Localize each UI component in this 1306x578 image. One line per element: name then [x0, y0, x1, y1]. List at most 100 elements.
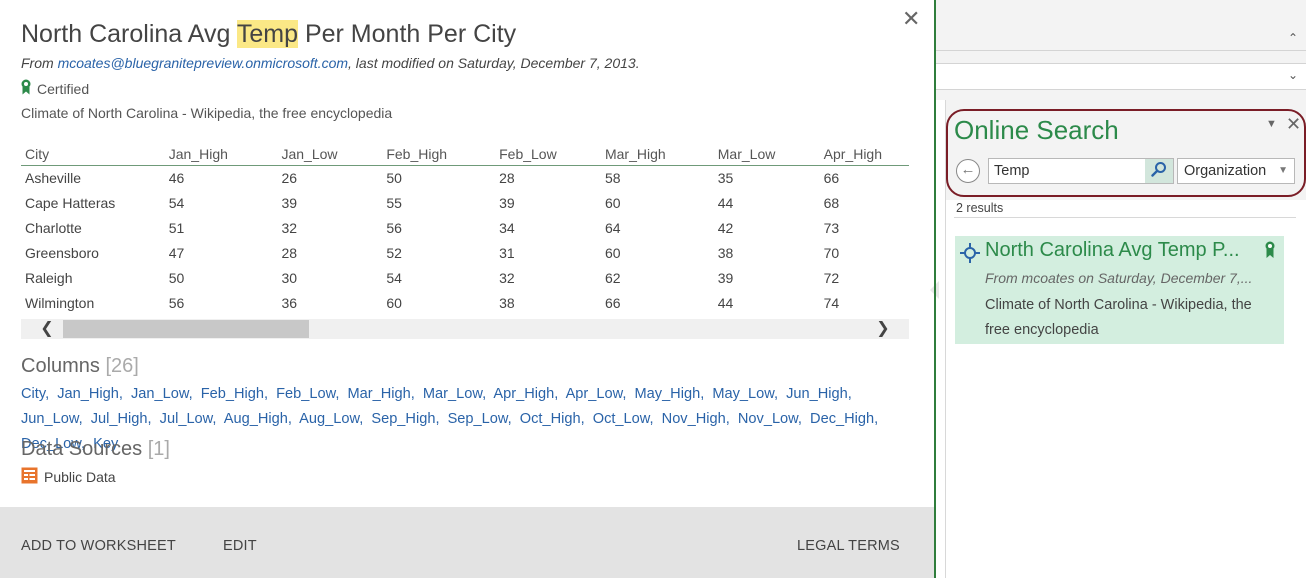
table-cell: Charlotte [25, 219, 82, 236]
close-preview-icon[interactable]: ✕ [902, 8, 920, 30]
column-link[interactable]: Jan_High [57, 386, 119, 402]
search-box [988, 158, 1174, 184]
column-link[interactable]: Aug_High [224, 411, 288, 427]
table-cell: 30 [281, 269, 298, 286]
columns-label: Columns [21, 355, 106, 377]
table-cell: 52 [386, 244, 402, 261]
pane-options-triangle-icon[interactable]: ▼ [1266, 118, 1277, 130]
column-link[interactable]: City [21, 386, 45, 402]
column-header: Mar_High [600, 143, 714, 166]
column-link[interactable]: Sep_Low [448, 411, 508, 427]
table-cell: 32 [499, 269, 515, 286]
table-row: Raleigh 50 30 54 32 62 39 72 [21, 265, 909, 290]
column-header: Jan_Low [277, 143, 383, 166]
column-link[interactable]: May_Low [712, 386, 774, 402]
certified-badge: Certified [21, 79, 89, 98]
column-link[interactable]: Feb_Low [276, 386, 335, 402]
column-link[interactable]: Jan_Low [131, 386, 189, 402]
search-button[interactable] [1145, 159, 1173, 183]
table-cell: Wilmington [25, 294, 95, 311]
column-link[interactable]: Jul_High [91, 411, 148, 427]
search-scope-dropdown[interactable]: Organization ▼ [1177, 158, 1295, 184]
column-link[interactable]: Mar_Low [423, 386, 482, 402]
column-separator: , [507, 411, 512, 427]
query-title: North Carolina Avg Temp Per Month Per Ci… [21, 20, 516, 49]
column-header: Mar_Low [713, 143, 820, 166]
dropdown-arrow-icon: ▼ [1278, 165, 1288, 176]
search-result-item[interactable]: North Carolina Avg Temp P... From mcoate… [955, 236, 1284, 344]
column-link[interactable]: Sep_High [371, 411, 435, 427]
scroll-left-chevron-icon[interactable]: ❮ [35, 319, 59, 339]
column-link[interactable]: Nov_Low [738, 411, 798, 427]
table-cell: 74 [823, 294, 840, 311]
table-cell: 70 [823, 244, 840, 261]
online-search-pane: Online Search ▼ ✕ ← Organization ▼ 2 res… [945, 100, 1306, 578]
scroll-right-chevron-icon[interactable]: ❯ [871, 319, 895, 339]
table-cell: 58 [604, 169, 621, 186]
column-link[interactable]: May_High [635, 386, 701, 402]
preview-footer: ADD TO WORKSHEET EDIT LEGAL TERMS [0, 507, 934, 578]
column-separator: , [410, 386, 415, 402]
scrollbar-thumb[interactable] [63, 320, 309, 338]
back-arrow-icon[interactable]: ← [956, 159, 980, 183]
legal-terms-button[interactable]: LEGAL TERMS [797, 538, 900, 554]
data-sources-label: Data Sources [21, 438, 148, 460]
column-separator: , [649, 411, 654, 427]
app-window: ✕ North Carolina Avg Temp Per Month Per … [0, 0, 1306, 578]
table-horizontal-scrollbar[interactable]: ❮ ❯ [21, 319, 909, 339]
table-cell: 42 [717, 219, 734, 236]
column-link[interactable]: Mar_High [348, 386, 411, 402]
column-link[interactable]: Apr_High [493, 386, 554, 402]
column-link[interactable]: Oct_Low [593, 411, 650, 427]
edit-button[interactable]: EDIT [223, 538, 257, 554]
search-scope-value: Organization [1184, 163, 1267, 179]
column-separator: , [78, 411, 83, 427]
table-cell: 28 [281, 244, 298, 261]
table-row: Charlotte 51 32 56 34 64 42 73 [21, 215, 909, 240]
column-separator: , [622, 386, 627, 402]
columns-heading: Columns [26] [21, 355, 139, 378]
results-count: 2 results [956, 201, 1004, 215]
table-cell: 51 [168, 219, 185, 236]
column-separator: , [287, 411, 292, 427]
column-separator: , [188, 386, 193, 402]
column-link[interactable]: Aug_Low [299, 411, 359, 427]
column-separator: , [700, 386, 705, 402]
title-search-highlight: Temp [236, 20, 299, 48]
column-separator: , [554, 386, 559, 402]
column-link[interactable]: Nov_High [662, 411, 726, 427]
column-separator: , [874, 411, 879, 427]
table-cell: 56 [386, 219, 402, 236]
column-link[interactable]: Jun_High [786, 386, 848, 402]
table-cell: Cape Hatteras [25, 194, 116, 211]
table-cell: 64 [604, 219, 621, 236]
table-cell: 46 [168, 169, 185, 186]
formula-bar[interactable] [936, 63, 1306, 90]
close-pane-icon[interactable]: ✕ [1286, 114, 1301, 135]
column-link[interactable]: Jul_Low [160, 411, 213, 427]
expand-formula-chevron-down-icon[interactable]: ⌄ [1288, 68, 1298, 82]
column-link[interactable]: Jun_Low [21, 411, 79, 427]
column-separator: , [45, 386, 50, 402]
table-cell: 36 [281, 294, 298, 311]
column-link[interactable]: Feb_High [201, 386, 264, 402]
table-cell: 38 [499, 294, 515, 311]
query-meta: From mcoates@bluegranitepreview.onmicros… [21, 55, 640, 71]
meta-prefix: From [21, 55, 58, 71]
collapse-ribbon-chevron-up-icon[interactable]: ⌃ [1288, 31, 1298, 45]
column-link[interactable]: Dec_High [810, 411, 874, 427]
table-cell: 35 [717, 169, 734, 186]
add-to-worksheet-button[interactable]: ADD TO WORKSHEET [21, 538, 176, 554]
result-meta: From mcoates on Saturday, December 7,... [985, 270, 1253, 286]
title-suffix: Per Month Per City [298, 20, 517, 48]
author-link[interactable]: mcoates@bluegranitepreview.onmicrosoft.c… [58, 55, 348, 71]
table-cell: 39 [717, 269, 734, 286]
column-link[interactable]: Apr_Low [566, 386, 623, 402]
table-cell: Greensboro [25, 244, 99, 261]
table-cell: 66 [604, 294, 621, 311]
column-header: Apr_High [819, 143, 909, 166]
table-cell: 66 [823, 169, 840, 186]
column-link[interactable]: Oct_High [520, 411, 581, 427]
table-cell: 26 [281, 169, 298, 186]
search-input[interactable] [989, 159, 1145, 183]
